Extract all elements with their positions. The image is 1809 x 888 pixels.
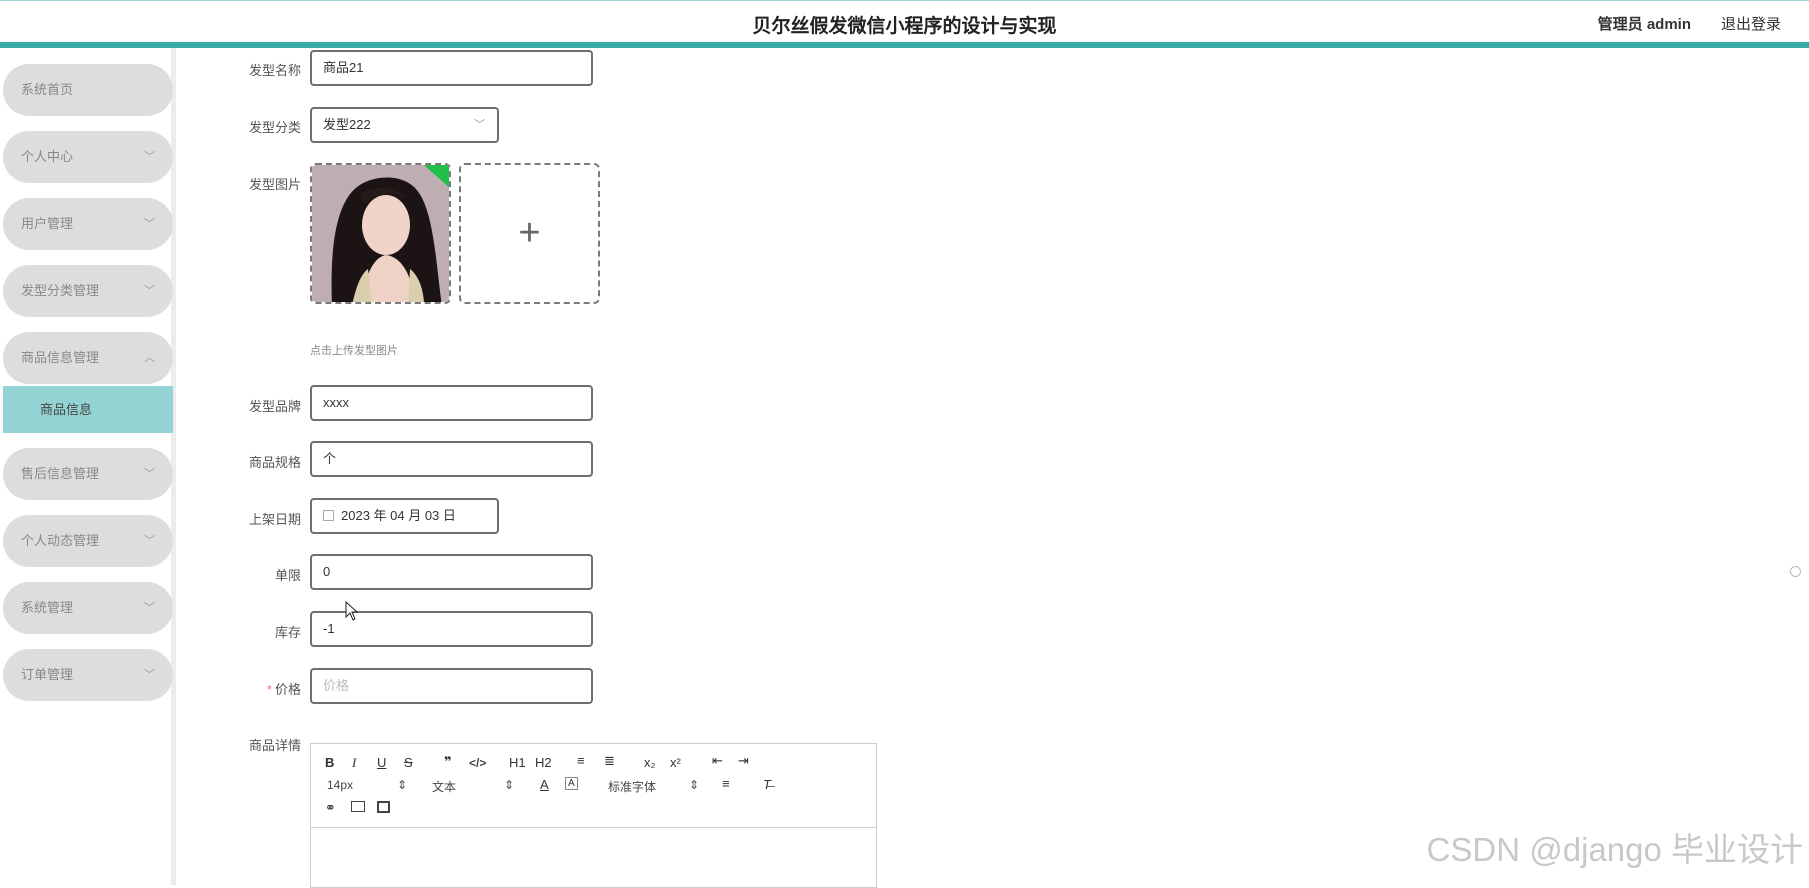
chevron-updown-icon: ⇕ — [504, 778, 514, 792]
image-icon[interactable] — [351, 801, 365, 812]
sidebar-item-orders[interactable]: 订单管理 ﹀ — [3, 649, 173, 701]
h2-button[interactable]: H2 — [535, 755, 552, 770]
chevron-down-icon: ﹀ — [144, 198, 155, 250]
underline-button[interactable]: U — [377, 755, 386, 770]
sidebar-item-label: 订单管理 — [21, 667, 73, 682]
indent-button[interactable]: ⇥ — [738, 753, 749, 769]
font-family-select[interactable]: 标准字体 — [608, 778, 656, 795]
date-label: 上架日期 — [211, 509, 301, 528]
code-button[interactable]: </> — [469, 756, 486, 770]
chevron-down-icon: ﹀ — [144, 582, 155, 634]
sidebar-item-label: 用户管理 — [21, 216, 73, 231]
text-type-select[interactable]: 文本 — [432, 778, 456, 795]
app-title: 贝尔丝假发微信小程序的设计与实现 — [0, 11, 1809, 38]
accent-bar — [0, 42, 1809, 48]
outdent-button[interactable]: ⇤ — [712, 753, 723, 769]
category-label: 发型分类 — [211, 117, 301, 136]
close-circle-icon[interactable] — [1790, 566, 1801, 577]
sidebar-subitem-product-info[interactable]: 商品信息 — [3, 386, 173, 433]
sidebar-item-personal-feed[interactable]: 个人动态管理 ﹀ — [3, 515, 173, 567]
price-label: *价格 — [211, 679, 301, 698]
brand-label: 发型品牌 — [211, 396, 301, 415]
category-value: 发型222 — [323, 117, 371, 132]
chevron-updown-icon: ⇕ — [689, 778, 699, 792]
chevron-updown-icon: ⇕ — [397, 778, 407, 792]
font-size-select[interactable]: 14px — [327, 778, 353, 792]
required-mark: * — [267, 682, 272, 697]
price-input[interactable]: 价格 — [310, 668, 593, 704]
chevron-down-icon: ﹀ — [144, 131, 155, 183]
stock-label: 库存 — [211, 622, 301, 641]
chevron-down-icon: ﹀ — [144, 649, 155, 701]
sidebar-item-home[interactable]: 系统首页 — [3, 64, 173, 116]
superscript-button[interactable]: x² — [670, 755, 681, 770]
price-label-text: 价格 — [275, 682, 301, 697]
spec-input[interactable]: 个 — [310, 441, 593, 477]
watermark: CSDN @django 毕业设计 — [1427, 823, 1803, 871]
chevron-down-icon: ﹀ — [474, 109, 485, 141]
background-color-icon[interactable]: A — [565, 777, 578, 790]
h1-button[interactable]: H1 — [509, 755, 526, 770]
italic-button[interactable]: I — [352, 755, 356, 771]
ordered-list-button[interactable]: ≡ — [577, 753, 585, 768]
strike-button[interactable]: S — [404, 755, 413, 770]
sidebar-item-label: 系统管理 — [21, 600, 73, 615]
chevron-down-icon: ﹀ — [144, 515, 155, 567]
video-icon[interactable] — [377, 801, 390, 813]
sidebar-item-system[interactable]: 系统管理 ﹀ — [3, 582, 173, 634]
limit-label: 单限 — [211, 565, 301, 584]
blockquote-button[interactable]: ❞ — [444, 754, 452, 770]
date-picker[interactable]: 2023 年 04 月 03 日 — [310, 498, 499, 534]
editor-toolbar: B I U S ❞ </> H1 H2 ≡ ≣ x₂ x² ⇤ ⇥ 14px ⇕… — [311, 744, 876, 828]
sidebar-item-label: 售后信息管理 — [21, 466, 99, 481]
spec-label: 商品规格 — [211, 452, 301, 471]
brand-input[interactable]: xxxx — [310, 385, 593, 421]
sidebar-item-label: 商品信息管理 — [21, 350, 99, 365]
name-label: 发型名称 — [211, 60, 301, 79]
calendar-icon — [323, 510, 334, 521]
chevron-up-icon: ︿ — [144, 332, 155, 384]
sidebar-item-personal-center[interactable]: 个人中心 ﹀ — [3, 131, 173, 183]
sidebar-item-hair-category[interactable]: 发型分类管理 ﹀ — [3, 265, 173, 317]
uploaded-image[interactable] — [310, 163, 451, 304]
hair-photo — [312, 165, 451, 304]
sidebar-item-label: 个人中心 — [21, 149, 73, 164]
font-color-icon[interactable]: A — [540, 777, 549, 792]
detail-label: 商品详情 — [211, 735, 301, 754]
sidebar-item-label: 个人动态管理 — [21, 533, 99, 548]
link-icon[interactable]: ⚭ — [325, 800, 336, 816]
sidebar-subitem-label: 商品信息 — [40, 402, 92, 417]
rich-text-editor: B I U S ❞ </> H1 H2 ≡ ≣ x₂ x² ⇤ ⇥ 14px ⇕… — [310, 743, 877, 888]
subscript-button[interactable]: x₂ — [644, 755, 656, 770]
sidebar-item-label: 发型分类管理 — [21, 283, 99, 298]
chevron-down-icon: ﹀ — [144, 265, 155, 317]
upload-hint: 点击上传发型图片 — [310, 342, 398, 358]
clear-format-icon[interactable]: T̶ — [763, 777, 771, 792]
category-select[interactable]: 发型222 ﹀ — [310, 107, 499, 143]
name-input[interactable]: 商品21 — [310, 50, 593, 86]
plus-icon: + — [461, 165, 598, 302]
sidebar-item-label: 系统首页 — [21, 82, 73, 97]
user-name: 管理员 admin — [1598, 13, 1691, 34]
sidebar-item-product-info[interactable]: 商品信息管理 ︿ — [3, 332, 173, 384]
chevron-down-icon: ﹀ — [144, 448, 155, 500]
top-bar: 贝尔丝假发微信小程序的设计与实现 管理员 admin 退出登录 — [0, 0, 1809, 48]
mouse-cursor-icon — [345, 601, 359, 621]
sidebar-item-users[interactable]: 用户管理 ﹀ — [3, 198, 173, 250]
date-value: 2023 年 04 月 03 日 — [341, 508, 456, 523]
logout-button[interactable]: 退出登录 — [1721, 13, 1781, 34]
sidebar-item-after-sales[interactable]: 售后信息管理 ﹀ — [3, 448, 173, 500]
image-label: 发型图片 — [211, 174, 301, 193]
upload-button[interactable]: + — [459, 163, 600, 304]
sidebar: 系统首页 个人中心 ﹀ 用户管理 ﹀ 发型分类管理 ﹀ 商品信息管理 ︿ 商品信… — [0, 48, 176, 885]
bullet-list-button[interactable]: ≣ — [604, 753, 615, 769]
limit-input[interactable]: 0 — [310, 554, 593, 590]
align-icon[interactable]: ≡ — [722, 776, 730, 791]
bold-button[interactable]: B — [325, 755, 334, 770]
